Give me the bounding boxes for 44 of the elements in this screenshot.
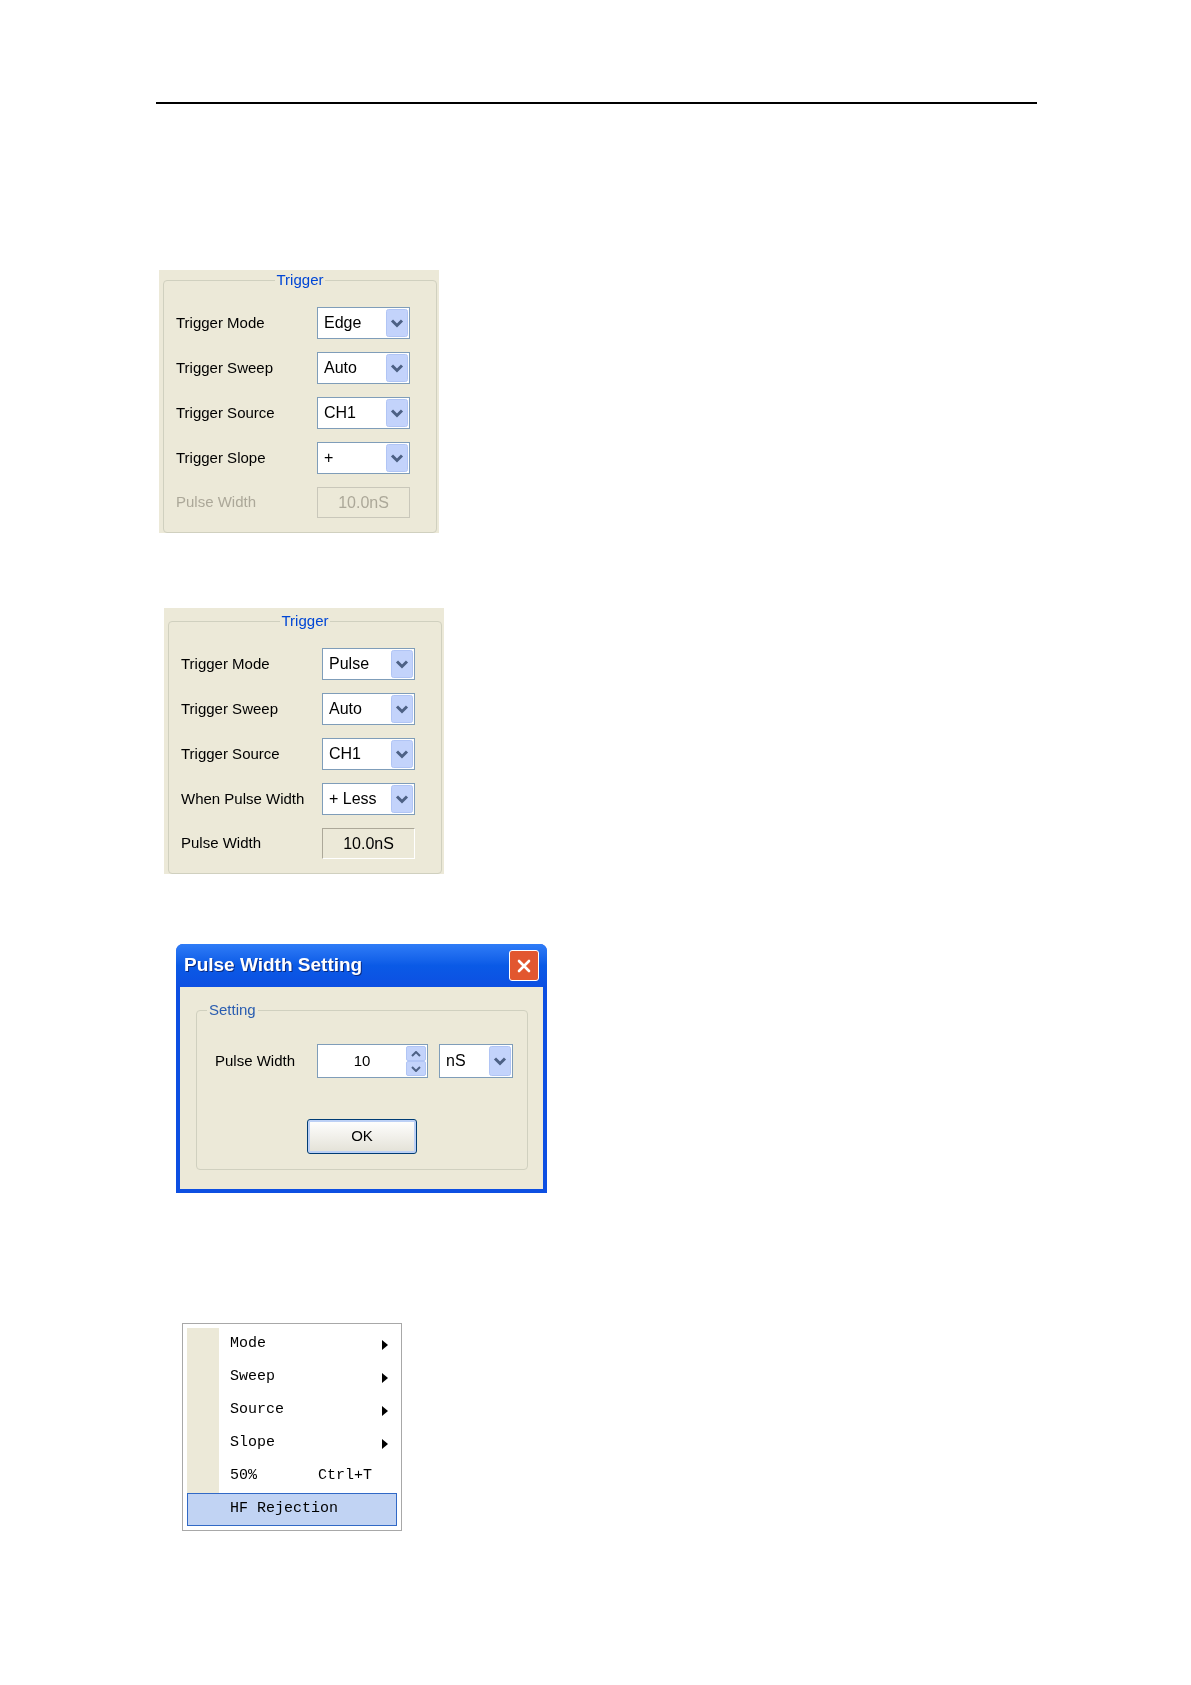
close-button[interactable] (509, 950, 539, 981)
chevron-down-icon[interactable] (391, 695, 413, 723)
dropdown[interactable]: nS (439, 1044, 513, 1078)
field-label: Pulse Width (176, 492, 258, 513)
chevron-down-icon[interactable] (391, 740, 413, 768)
chevron-up-icon (411, 1050, 421, 1057)
ok-button[interactable]: OK (307, 1119, 417, 1154)
field-label: Pulse Width (181, 833, 263, 854)
field-label: Trigger Slope (176, 447, 267, 468)
text-field[interactable]: 10.0nS (322, 828, 415, 859)
field-label: Trigger Source (181, 743, 281, 764)
number-field[interactable]: 10 (317, 1044, 428, 1078)
spin-up-button[interactable] (406, 1046, 426, 1061)
dropdown[interactable]: CH1 (317, 397, 410, 429)
group-title: Trigger (280, 612, 330, 630)
close-icon (516, 957, 532, 974)
dropdown[interactable]: + Less (322, 783, 415, 815)
dropdown[interactable]: + (317, 442, 410, 474)
field-label: Pulse Width (215, 1050, 297, 1071)
chevron-down-icon[interactable] (391, 785, 413, 813)
dropdown[interactable]: Auto (322, 693, 415, 725)
chevron-down-icon[interactable] (386, 309, 408, 337)
dropdown[interactable]: Pulse (322, 648, 415, 680)
group-title: Setting (208, 1001, 257, 1019)
chevron-down-icon[interactable] (386, 444, 408, 472)
dropdown[interactable]: CH1 (322, 738, 415, 770)
group-title: Trigger (275, 271, 325, 289)
chevron-down-icon[interactable] (386, 399, 408, 427)
field-label: Trigger Mode (176, 312, 266, 333)
field-label: Trigger Sweep (176, 357, 274, 378)
chevron-down-icon[interactable] (386, 354, 408, 382)
shortcut-text: Ctrl+T (318, 1466, 372, 1487)
spin-down-button[interactable] (406, 1061, 426, 1076)
dropdown[interactable]: Edge (317, 307, 410, 339)
chevron-down-icon[interactable] (391, 650, 413, 678)
field-label: Trigger Source (176, 402, 276, 423)
field-label: Trigger Mode (181, 653, 271, 674)
chevron-down-icon[interactable] (489, 1046, 511, 1076)
dropdown[interactable]: Auto (317, 352, 410, 384)
field-label: When Pulse Width (181, 788, 306, 809)
window-title: Pulse Width Setting (184, 953, 363, 978)
chevron-down-icon (411, 1065, 421, 1072)
menu-item[interactable]: HF Rejection (187, 1493, 397, 1526)
field-label: Trigger Sweep (181, 698, 279, 719)
